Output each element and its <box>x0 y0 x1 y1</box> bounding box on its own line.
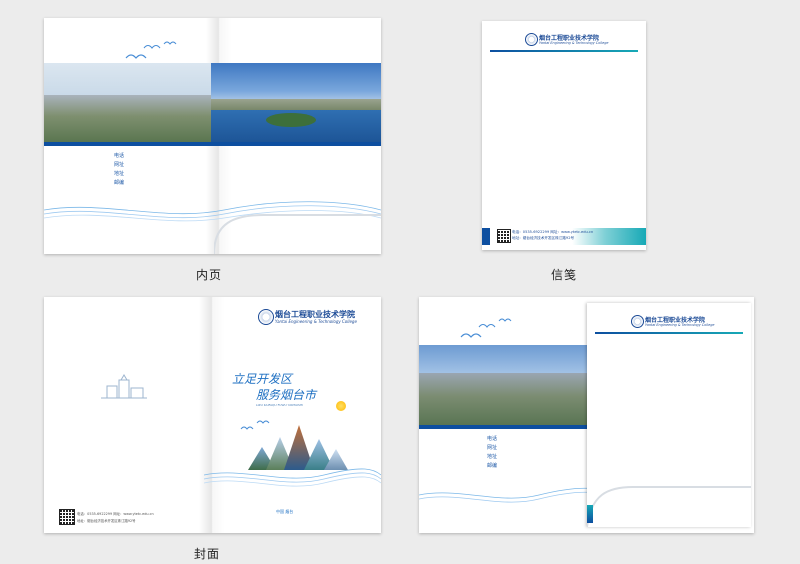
spine-fold <box>199 297 225 533</box>
qr-code <box>59 509 75 525</box>
caption-cover: 封面 <box>194 547 221 561</box>
decorative-wave <box>204 468 381 487</box>
contact-block: 电话 网址 地址 邮编 <box>114 152 124 188</box>
campus-photo <box>44 63 211 142</box>
cover-spread: 电话：0535-6922299 网址：www.ytetc.edu.cn 地址：烟… <box>44 297 381 533</box>
school-logo-seal <box>258 309 274 325</box>
pocket-curve <box>214 214 381 254</box>
contact-block: 电话 网址 地址 邮编 <box>487 435 497 471</box>
letter-paper: 烟台工程职业技术学院 Yantai Engineering & Technolo… <box>482 21 646 250</box>
header-rule <box>595 332 743 334</box>
pocket-edge-bar <box>587 505 593 523</box>
school-logo-seal <box>631 315 644 328</box>
caption-inner-page: 内页 <box>196 268 223 282</box>
birds-icon <box>460 318 512 338</box>
contact-label: 网址 <box>487 445 498 451</box>
slogan-small: LIZU KAIFAQU FUWU YANTAISHI <box>256 403 304 407</box>
qr-code <box>497 229 511 243</box>
pocket-curve <box>587 486 751 527</box>
footer-phone: 电话：0535-6922299 网址：www.ytetc.edu.cn <box>512 230 594 234</box>
school-name-en: Yantai Engineering & Technology College <box>645 323 715 327</box>
footer-small: 中国 烟台 <box>276 509 294 514</box>
back-phone: 电话：0535-6922299 网址：www.ytetc.edu.cn <box>77 512 154 516</box>
school-name-en: Yantai Engineering & Technology College <box>275 319 357 324</box>
contact-label: 邮编 <box>114 180 125 186</box>
contact-label: 网址 <box>114 162 125 168</box>
back-address: 地址：烟台经济技术开发区珠江路92号 <box>77 519 136 523</box>
footer-address: 地址：烟台经济技术开发区珠江路92号 <box>512 236 575 240</box>
sun-icon <box>336 401 346 411</box>
school-logo-seal <box>525 33 538 46</box>
inner-page-spread: 电话 网址 地址 邮编 <box>44 18 381 254</box>
contact-label: 地址 <box>487 454 498 460</box>
footer-dark-bar <box>482 228 490 245</box>
slogan-line-2: 服务烟台市 <box>256 388 317 402</box>
contact-label: 电话 <box>487 436 498 442</box>
mountain-photo-collage <box>248 425 348 470</box>
contact-label: 邮编 <box>487 463 498 469</box>
contact-label: 地址 <box>114 171 125 177</box>
building-sketch-icon <box>101 374 147 399</box>
header-rule <box>490 50 638 52</box>
school-name-en: Yantai Engineering & Technology College <box>539 41 609 45</box>
caption-letter-paper: 信笺 <box>551 268 578 282</box>
blue-band <box>44 142 381 146</box>
contact-label: 电话 <box>114 153 125 159</box>
coast-photo <box>211 63 381 142</box>
inserted-letter: 烟台工程职业技术学院 Yantai Engineering & Technolo… <box>587 303 751 527</box>
slogan-line-1: 立足开发区 <box>232 372 293 386</box>
folder-inner: 电话 网址 地址 邮编 烟台工程职业技术学院 Yantai Engineerin… <box>419 297 754 533</box>
